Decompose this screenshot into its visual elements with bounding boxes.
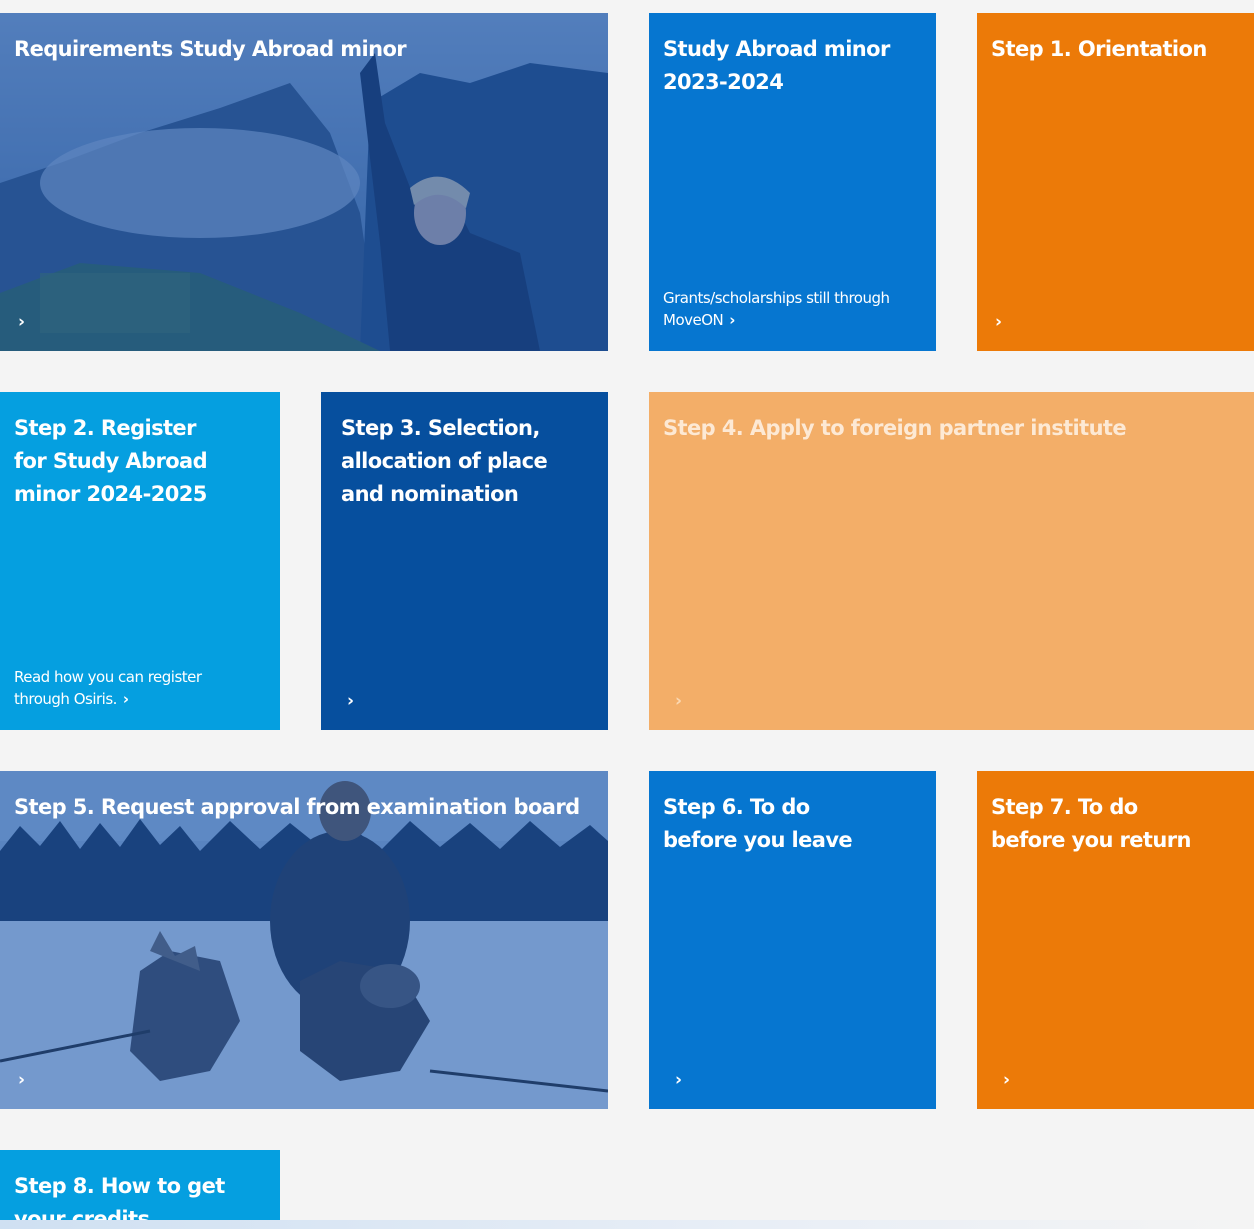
- tile-subtitle: Grants/scholarships still through MoveON…: [663, 287, 926, 331]
- tile-title: Step 8. How to get your credits: [14, 1174, 225, 1220]
- chevron-right-icon: ›: [18, 1070, 26, 1090]
- tile-title: Step 1. Orientation: [991, 37, 1207, 61]
- chevron-right-icon: ›: [347, 691, 355, 711]
- tile-step-5-request-approval[interactable]: Step 5. Request approval from examinatio…: [0, 771, 608, 1109]
- chevron-right-icon: ›: [18, 312, 26, 332]
- subtitle-text: Read how you can register through Osiris…: [14, 668, 202, 708]
- tile-step-3-selection[interactable]: Step 3. Selection, allocation of place a…: [321, 392, 608, 730]
- tile-step-6-before-you-leave[interactable]: Step 6. To do before you leave ›: [649, 771, 936, 1109]
- page-bottom-edge: [0, 1220, 1254, 1229]
- tile-title: Step 3. Selection, allocation of place a…: [341, 416, 548, 506]
- tile-step-2-register[interactable]: Step 2. Register for Study Abroad minor …: [0, 392, 280, 730]
- chevron-right-icon: ›: [995, 312, 1003, 332]
- tile-title: Step 7. To do before you return: [991, 795, 1191, 852]
- chevron-right-icon: ›: [729, 311, 735, 329]
- tile-title: Study Abroad minor 2023-2024: [663, 37, 890, 94]
- tile-step-4-apply[interactable]: Step 4. Apply to foreign partner institu…: [649, 392, 1254, 730]
- tile-title: Step 4. Apply to foreign partner institu…: [663, 416, 1127, 440]
- tile-subtitle: Read how you can register through Osiris…: [14, 666, 230, 710]
- tile-title: Requirements Study Abroad minor: [14, 37, 407, 61]
- tile-title: Step 6. To do before you leave: [663, 795, 853, 852]
- tile-title: Step 5. Request approval from examinatio…: [14, 795, 580, 819]
- subtitle-text: Grants/scholarships still through MoveON: [663, 289, 890, 329]
- tile-step-8-get-credits[interactable]: Step 8. How to get your credits: [0, 1150, 280, 1220]
- chevron-right-icon: ›: [1003, 1070, 1011, 1090]
- chevron-right-icon: ›: [675, 1070, 683, 1090]
- tile-step-1-orientation[interactable]: Step 1. Orientation ›: [977, 13, 1254, 351]
- tile-study-abroad-minor-2023-2024[interactable]: Study Abroad minor 2023-2024 Grants/scho…: [649, 13, 936, 351]
- tile-step-7-before-you-return[interactable]: Step 7. To do before you return ›: [977, 771, 1254, 1109]
- chevron-right-icon: ›: [675, 691, 683, 711]
- tile-title: Step 2. Register for Study Abroad minor …: [14, 416, 208, 506]
- tile-requirements-study-abroad-minor[interactable]: Requirements Study Abroad minor ›: [0, 13, 608, 351]
- chevron-right-icon: ›: [122, 690, 129, 708]
